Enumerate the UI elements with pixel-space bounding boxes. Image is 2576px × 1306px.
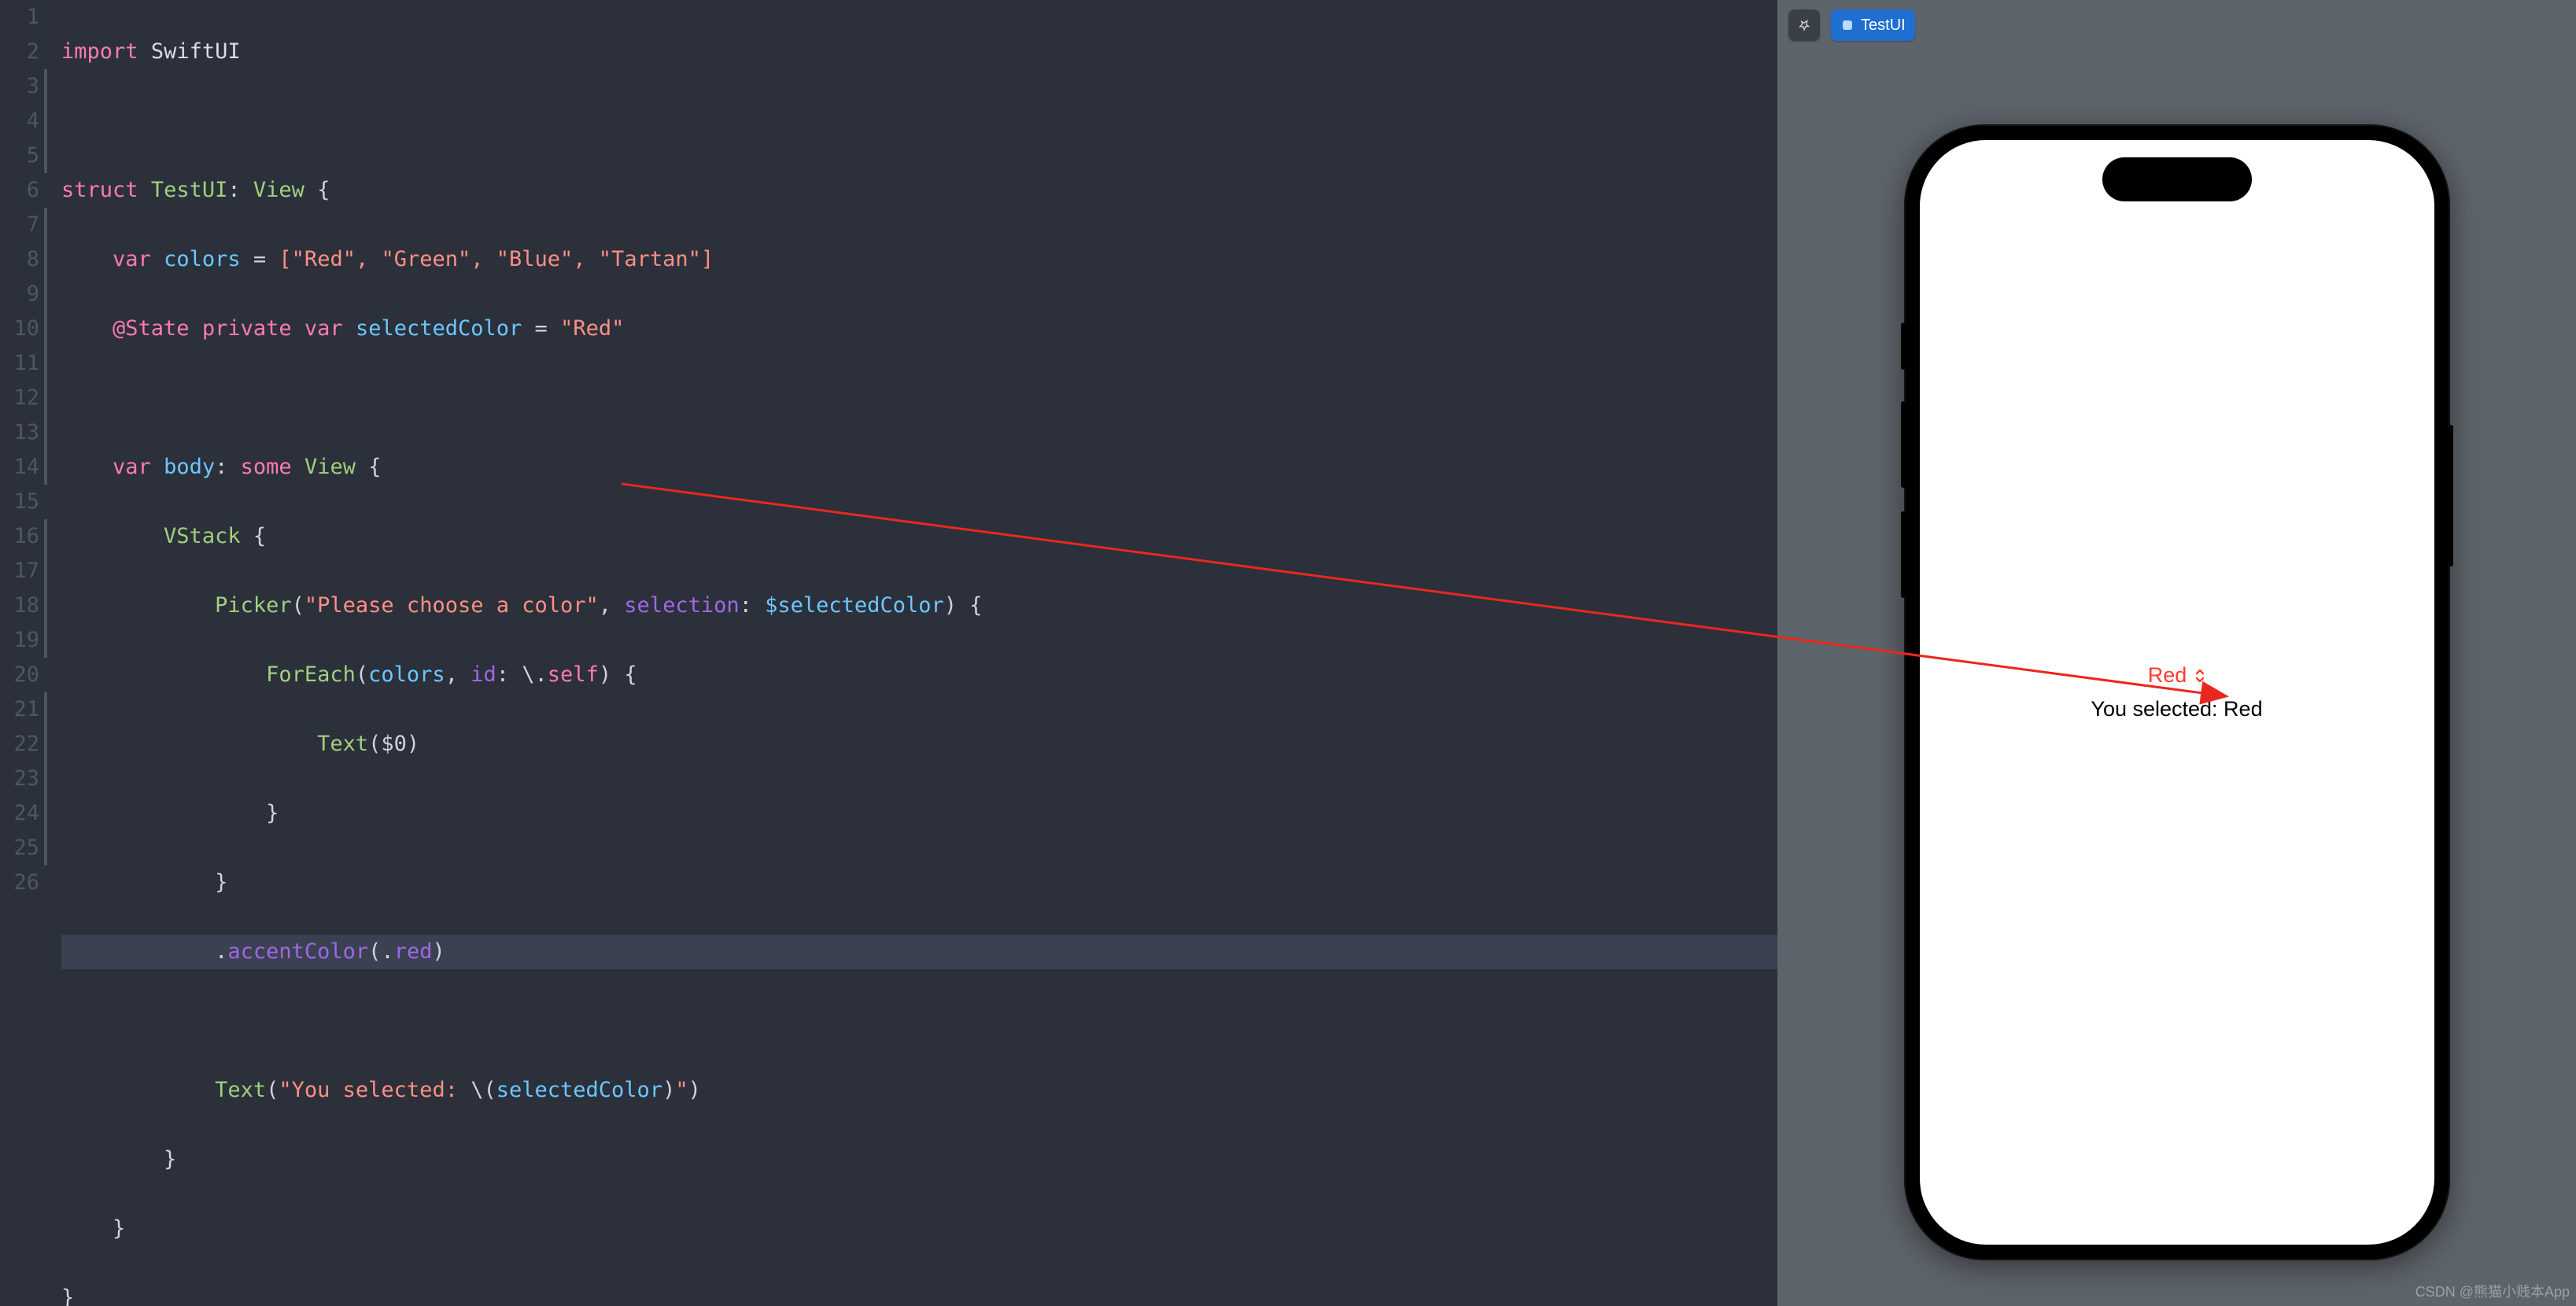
protocol: View bbox=[253, 178, 304, 202]
active-line: .accentColor(.red) bbox=[61, 935, 1777, 969]
keyword: import bbox=[61, 39, 138, 64]
keyword: self bbox=[548, 662, 599, 687]
selected-text: You selected: Red bbox=[2091, 697, 2262, 721]
keyword: var bbox=[113, 247, 151, 271]
scheme-label: TestUI bbox=[1861, 17, 1906, 35]
canvas-preview: TestUI Red You selected: Red CSDN @熊猫小贱本… bbox=[1777, 0, 2576, 1306]
enum-case: red bbox=[394, 939, 433, 964]
keyword: var bbox=[304, 316, 343, 341]
iphone-frame: Red You selected: Red bbox=[1906, 126, 2449, 1259]
pin-icon bbox=[1798, 17, 1810, 33]
binding: $selectedColor bbox=[765, 593, 944, 618]
keyword: struct bbox=[61, 178, 138, 202]
arg-label: selection bbox=[624, 593, 739, 618]
line-gutter: 12345678910 11121314151617181920 2122232… bbox=[0, 0, 44, 1306]
method-call: accentColor bbox=[227, 939, 368, 964]
keyword: some bbox=[241, 455, 292, 479]
dynamic-island bbox=[2102, 157, 2252, 201]
source-editor[interactable]: 12345678910 11121314151617181920 2122232… bbox=[0, 0, 1777, 1306]
keyword: private bbox=[202, 316, 292, 341]
color-picker[interactable]: Red bbox=[2148, 663, 2206, 688]
property: selectedColor bbox=[356, 316, 522, 341]
device-button bbox=[1901, 511, 1906, 598]
device-button bbox=[1901, 401, 1906, 488]
ref: selectedColor bbox=[496, 1078, 662, 1102]
preview-scheme-selector[interactable]: TestUI bbox=[1831, 9, 1915, 41]
preview-toolbar: TestUI bbox=[1788, 9, 1915, 41]
ref: colors bbox=[368, 662, 445, 687]
xcode-window: 12345678910 11121314151617181920 2122232… bbox=[0, 0, 2576, 1306]
picker-value: Red bbox=[2148, 663, 2187, 688]
code-area[interactable]: import SwiftUI struct TestUI: View { var… bbox=[50, 0, 1777, 1306]
attribute: @State bbox=[113, 316, 190, 341]
device-button bbox=[2449, 425, 2453, 566]
protocol: View bbox=[304, 455, 356, 479]
string-array: ["Red", "Green", "Blue", "Tartan"] bbox=[279, 247, 714, 271]
string: "You selected: bbox=[279, 1078, 471, 1102]
device-screen[interactable]: Red You selected: Red bbox=[1920, 140, 2434, 1245]
type-name: Picker bbox=[215, 593, 292, 618]
type-name: Text bbox=[215, 1078, 266, 1102]
type-name: VStack bbox=[164, 524, 241, 548]
fold-ribbon bbox=[44, 0, 50, 1306]
type-name: ForEach bbox=[266, 662, 356, 687]
property: colors bbox=[164, 247, 241, 271]
device-button bbox=[1901, 323, 1906, 370]
type-name: TestUI bbox=[151, 178, 228, 202]
pin-preview-button[interactable] bbox=[1788, 9, 1820, 41]
property: body bbox=[164, 455, 215, 479]
keyword: var bbox=[113, 455, 151, 479]
type-name: Text bbox=[317, 732, 368, 756]
chevron-updown-icon bbox=[2194, 668, 2205, 684]
watermark: CSDN @熊猫小贱本App bbox=[2415, 1281, 2570, 1301]
string: "Please choose a color" bbox=[304, 593, 599, 618]
module-name: SwiftUI bbox=[151, 39, 241, 64]
string: "Red" bbox=[560, 316, 624, 341]
app-icon bbox=[1840, 18, 1854, 32]
arg-label: id bbox=[471, 662, 496, 687]
